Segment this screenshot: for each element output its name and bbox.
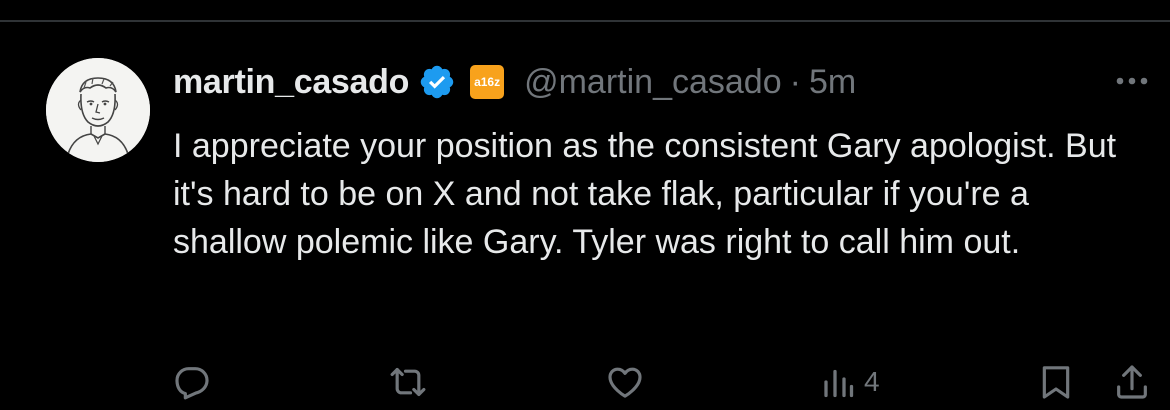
retweet-icon <box>390 367 426 397</box>
more-horizontal-icon <box>1116 77 1148 85</box>
user-handle[interactable]: @martin_casado <box>524 63 782 102</box>
views-count: 4 <box>864 366 880 397</box>
affiliate-badge[interactable]: a16z <box>470 65 505 99</box>
top-divider <box>0 20 1170 22</box>
separator-dot: · <box>789 62 801 101</box>
reply-button[interactable] <box>172 360 212 404</box>
like-icon <box>608 367 642 398</box>
verified-badge-icon[interactable] <box>418 63 456 101</box>
display-name[interactable]: martin_casado <box>173 63 409 102</box>
more-options-button[interactable] <box>1112 66 1152 96</box>
action-bar: 4 <box>0 360 1170 410</box>
share-button[interactable] <box>1112 360 1152 404</box>
like-button[interactable] <box>604 360 646 404</box>
retweet-button[interactable] <box>386 360 430 404</box>
timestamp[interactable]: 5m <box>809 63 856 102</box>
views-button[interactable]: 4 <box>820 360 880 404</box>
tweet-header: martin_casado a16z @martin_casado · 5m <box>173 58 856 106</box>
views-icon <box>824 369 854 398</box>
tweet-text: I appreciate your position as the consis… <box>173 127 1117 261</box>
avatar[interactable] <box>46 58 150 162</box>
reply-icon <box>175 367 209 400</box>
bookmark-button[interactable] <box>1036 360 1076 404</box>
bookmark-icon <box>1042 366 1070 399</box>
share-icon <box>1117 365 1147 399</box>
avatar-sketch-image <box>46 58 150 162</box>
